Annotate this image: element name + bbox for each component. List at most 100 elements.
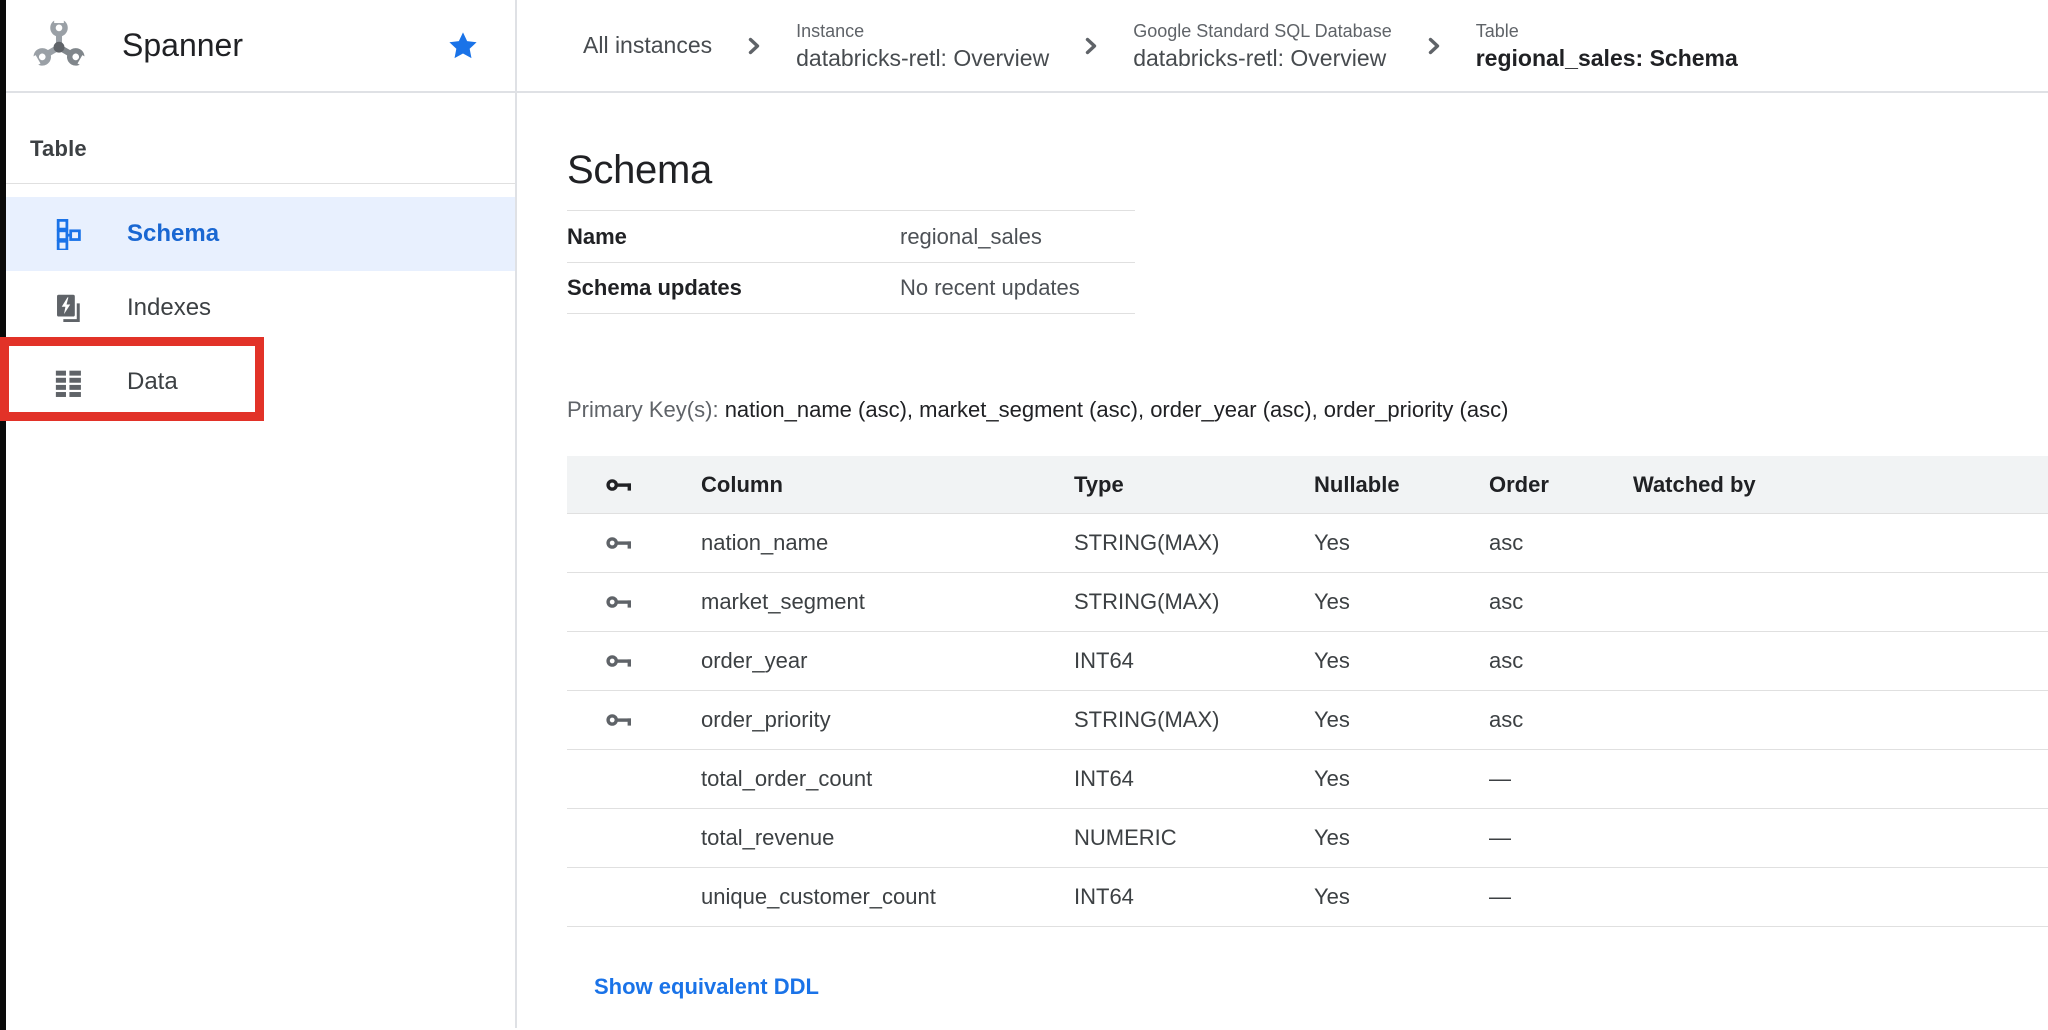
table-header-nullable: Nullable [1314, 472, 1489, 498]
column-type-cell: INT64 [1074, 648, 1314, 674]
column-order-cell: — [1489, 884, 1633, 910]
table-row: market_segment STRING(MAX) Yes asc [567, 573, 2048, 632]
screen-edge-strip [0, 0, 6, 1030]
breadcrumb-table-current: Table regional_sales: Schema [1476, 20, 1738, 72]
sidebar-divider [0, 183, 515, 184]
column-order-cell: asc [1489, 589, 1633, 615]
primary-key-icon [606, 534, 636, 552]
field-name-value: regional_sales [900, 224, 1042, 250]
primary-keys-label: Primary Key(s): [567, 397, 719, 422]
breadcrumb: All instances Instance databricks-retl: … [517, 0, 2048, 91]
table-row: unique_customer_count INT64 Yes — [567, 868, 2048, 927]
table-row: order_year INT64 Yes asc [567, 632, 2048, 691]
column-nullable-cell: Yes [1314, 707, 1489, 733]
chevron-right-icon [1422, 34, 1446, 58]
field-schema-updates-value: No recent updates [900, 275, 1080, 301]
spanner-logo-icon [30, 15, 88, 77]
top-bar: Spanner All instances Instance databrick… [0, 0, 2048, 93]
sidebar-item-data[interactable]: Data [0, 345, 515, 419]
field-name-label: Name [567, 224, 900, 250]
table-row: total_revenue NUMERIC Yes — [567, 809, 2048, 868]
column-type-cell: INT64 [1074, 766, 1314, 792]
column-name-cell: order_year [701, 648, 1074, 674]
table-row-key-cell [567, 534, 701, 552]
show-equivalent-ddl-link[interactable]: Show equivalent DDL [594, 974, 819, 1000]
column-nullable-cell: Yes [1314, 884, 1489, 910]
schema-icon [53, 219, 84, 250]
indexes-icon [53, 293, 84, 324]
column-name-cell: market_segment [701, 589, 1074, 615]
table-header-type: Type [1074, 472, 1314, 498]
favorite-star-icon[interactable] [447, 30, 479, 62]
column-nullable-cell: Yes [1314, 648, 1489, 674]
schema-columns-table: Column Type Nullable Order Watched by na… [567, 456, 2048, 927]
field-row-schema-updates: Schema updates No recent updates [567, 262, 1135, 314]
table-row-key-cell [567, 652, 701, 670]
primary-key-icon [606, 652, 636, 670]
data-icon [53, 367, 84, 398]
sidebar: Table [0, 93, 517, 1028]
sidebar-item-schema[interactable]: Schema [0, 197, 515, 271]
primary-keys-line: Primary Key(s): nation_name (asc), marke… [567, 397, 2048, 423]
primary-key-icon [606, 476, 636, 494]
table-row-key-cell [567, 770, 701, 788]
breadcrumb-database-value: databricks-retl: Overview [1133, 45, 1392, 72]
table-row: nation_name STRING(MAX) Yes asc [567, 514, 2048, 573]
column-name-cell: unique_customer_count [701, 884, 1074, 910]
chevron-right-icon [742, 34, 766, 58]
table-row-key-cell [567, 593, 701, 611]
column-order-cell: — [1489, 766, 1633, 792]
primary-key-icon [606, 711, 636, 729]
table-row: total_order_count INT64 Yes — [567, 750, 2048, 809]
table-header-row: Column Type Nullable Order Watched by [567, 456, 2048, 514]
product-title: Spanner [122, 27, 243, 64]
primary-key-icon [606, 593, 636, 611]
field-schema-updates-label: Schema updates [567, 275, 900, 301]
table-header-column: Column [701, 472, 1074, 498]
column-nullable-cell: Yes [1314, 589, 1489, 615]
table-header-watched-by: Watched by [1633, 472, 2048, 498]
table-row-key-cell [567, 888, 701, 906]
column-name-cell: order_priority [701, 707, 1074, 733]
column-name-cell: total_order_count [701, 766, 1074, 792]
sidebar-item-indexes[interactable]: Indexes [0, 271, 515, 345]
column-order-cell: asc [1489, 530, 1633, 556]
column-order-cell: asc [1489, 707, 1633, 733]
table-header-key-cell [567, 476, 701, 494]
breadcrumb-database[interactable]: Google Standard SQL Database databricks-… [1133, 20, 1392, 72]
table-row-key-cell [567, 829, 701, 847]
table-properties: Name regional_sales Schema updates No re… [567, 210, 1135, 314]
column-type-cell: STRING(MAX) [1074, 530, 1314, 556]
column-name-cell: nation_name [701, 530, 1074, 556]
breadcrumb-table-label: Table [1476, 20, 1738, 42]
sidebar-section-title: Table [0, 136, 515, 162]
column-type-cell: STRING(MAX) [1074, 707, 1314, 733]
column-type-cell: INT64 [1074, 884, 1314, 910]
column-order-cell: asc [1489, 648, 1633, 674]
sidebar-item-indexes-label: Indexes [127, 294, 211, 322]
table-header-order: Order [1489, 472, 1633, 498]
column-name-cell: total_revenue [701, 825, 1074, 851]
breadcrumb-table-value: regional_sales: Schema [1476, 45, 1738, 72]
column-order-cell: — [1489, 825, 1633, 851]
table-row-key-cell [567, 711, 701, 729]
breadcrumb-database-label: Google Standard SQL Database [1133, 20, 1392, 42]
column-nullable-cell: Yes [1314, 530, 1489, 556]
main-content: Schema Name regional_sales Schema update… [517, 93, 2048, 1028]
product-brand: Spanner [0, 0, 517, 91]
breadcrumb-instance-label: Instance [796, 20, 1049, 42]
page-title: Schema [567, 148, 2048, 192]
breadcrumb-all-instances[interactable]: All instances [583, 32, 712, 59]
primary-keys-values: nation_name (asc), market_segment (asc),… [725, 397, 1509, 422]
field-row-name: Name regional_sales [567, 210, 1135, 262]
column-nullable-cell: Yes [1314, 766, 1489, 792]
breadcrumb-instance-value: databricks-retl: Overview [796, 45, 1049, 72]
sidebar-item-data-label: Data [127, 368, 178, 396]
column-nullable-cell: Yes [1314, 825, 1489, 851]
table-row: order_priority STRING(MAX) Yes asc [567, 691, 2048, 750]
column-type-cell: STRING(MAX) [1074, 589, 1314, 615]
sidebar-item-schema-label: Schema [127, 220, 219, 248]
breadcrumb-instance[interactable]: Instance databricks-retl: Overview [796, 20, 1049, 72]
chevron-right-icon [1079, 34, 1103, 58]
column-type-cell: NUMERIC [1074, 825, 1314, 851]
